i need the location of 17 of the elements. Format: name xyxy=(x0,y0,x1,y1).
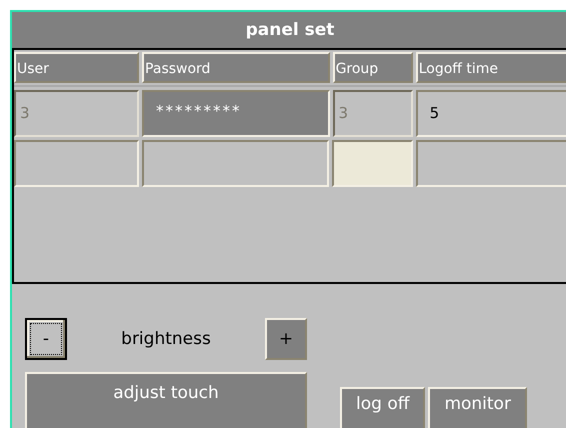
table-cell[interactable] xyxy=(142,140,330,187)
column-header: Logoff time xyxy=(416,52,566,83)
minus-button[interactable]: - xyxy=(25,318,67,360)
table-cell[interactable] xyxy=(416,140,566,187)
table-cell[interactable] xyxy=(14,140,140,187)
column-header: Password xyxy=(142,52,330,83)
table-cell[interactable]: ********* xyxy=(142,90,330,137)
table-cell[interactable]: 5 xyxy=(416,90,566,137)
column-header: Group xyxy=(332,52,413,83)
brightness-label: brightness xyxy=(120,329,212,349)
adjust-touch-button[interactable]: adjust touch xyxy=(25,372,307,428)
action-button[interactable]: log off xyxy=(340,387,426,428)
plus-button[interactable]: + xyxy=(265,318,307,360)
window-title: panel set xyxy=(12,12,566,48)
column-header: User xyxy=(14,52,140,83)
table-cell[interactable] xyxy=(332,140,413,187)
action-button[interactable]: monitor xyxy=(428,387,527,428)
